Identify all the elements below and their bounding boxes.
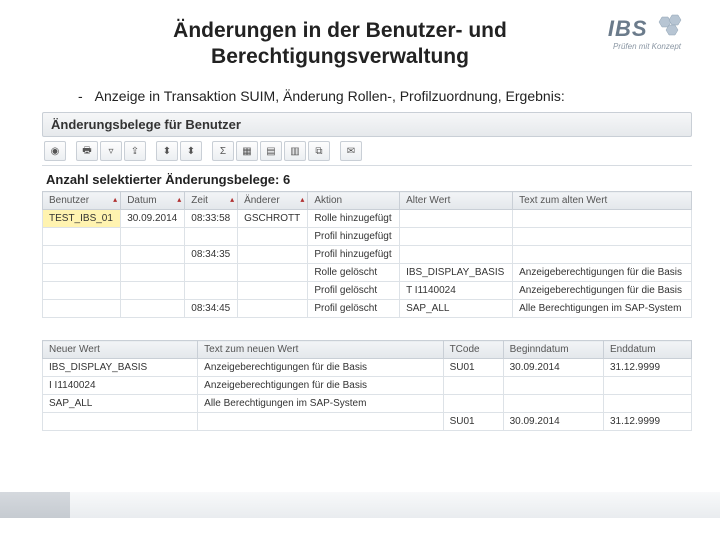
bullet-line: -Anzeige in Transaktion SUIM, Änderung R… — [78, 88, 565, 104]
sort-asc-icon[interactable]: ⬍ — [156, 141, 178, 161]
change-docs-table: Benutzer▴ Datum▴ Zeit▴ Änderer▴ Aktion A… — [42, 191, 692, 318]
col-text-alt[interactable]: Text zum alten Wert — [513, 192, 692, 210]
col-ende[interactable]: Enddatum — [603, 341, 691, 359]
logo-hex-icon — [656, 14, 686, 41]
new-values-table: Neuer Wert Text zum neuen Wert TCode Beg… — [42, 340, 692, 431]
table-row: SU0130.09.201431.12.9999 — [43, 413, 692, 431]
slide-title: Änderungen in der Benutzer- und Berechti… — [120, 18, 560, 71]
count-line: Anzahl selektierter Änderungsbelege: 6 — [42, 166, 692, 191]
col-text-neu[interactable]: Text zum neuen Wert — [198, 341, 443, 359]
layout-icon[interactable]: ▦ — [236, 141, 258, 161]
logo-text: IBS — [608, 16, 648, 41]
columns-icon[interactable]: ▥ — [284, 141, 306, 161]
table-row: Profil gelöschtT I1140024Anzeigeberechti… — [43, 282, 692, 300]
details-icon[interactable]: ◉ — [44, 141, 66, 161]
grid-icon[interactable]: ▤ — [260, 141, 282, 161]
sort-desc-icon[interactable]: ⬍ — [180, 141, 202, 161]
col-benutzer[interactable]: Benutzer▴ — [43, 192, 121, 210]
table-row: TEST_IBS_0130.09.201408:33:58GSCHROTTRol… — [43, 210, 692, 228]
col-zeit[interactable]: Zeit▴ — [185, 192, 238, 210]
sap-window-title: Änderungsbelege für Benutzer — [42, 112, 692, 137]
tree-icon[interactable]: ⧉ — [308, 141, 330, 161]
footer-bar — [0, 492, 720, 518]
table-row: SAP_ALLAlle Berechtigungen im SAP-System — [43, 395, 692, 413]
col-beginn[interactable]: Beginndatum — [503, 341, 603, 359]
col-aenderer[interactable]: Änderer▴ — [238, 192, 308, 210]
col-aktion[interactable]: Aktion — [308, 192, 400, 210]
col-tcode[interactable]: TCode — [443, 341, 503, 359]
sum-icon[interactable]: Σ — [212, 141, 234, 161]
sap-screenshot: Änderungsbelege für Benutzer ◉ 🖶 ▿ ⇪ ⬍ ⬍… — [42, 112, 692, 431]
table-row: 08:34:45Profil gelöschtSAP_ALLAlle Berec… — [43, 300, 692, 318]
col-neuer-wert[interactable]: Neuer Wert — [43, 341, 198, 359]
sap-toolbar: ◉ 🖶 ▿ ⇪ ⬍ ⬍ Σ ▦ ▤ ▥ ⧉ ✉ — [42, 137, 692, 166]
logo-subtitle: Prüfen mit Konzept — [592, 42, 702, 51]
col-datum[interactable]: Datum▴ — [121, 192, 185, 210]
col-alter-wert[interactable]: Alter Wert — [400, 192, 513, 210]
filter-icon[interactable]: ▿ — [100, 141, 122, 161]
export-icon[interactable]: ⇪ — [124, 141, 146, 161]
bullet-text: Anzeige in Transaktion SUIM, Änderung Ro… — [95, 88, 565, 104]
print-icon[interactable]: 🖶 — [76, 141, 98, 161]
table-row: Profil hinzugefügt — [43, 228, 692, 246]
mail-icon[interactable]: ✉ — [340, 141, 362, 161]
company-logo: IBS Prüfen mit Konzept — [592, 14, 702, 51]
table-row: 08:34:35Profil hinzugefügt — [43, 246, 692, 264]
table-row: IBS_DISPLAY_BASISAnzeigeberechtigungen f… — [43, 359, 692, 377]
table-row: Rolle gelöschtIBS_DISPLAY_BASISAnzeigebe… — [43, 264, 692, 282]
table-row: I I1140024Anzeigeberechtigungen für die … — [43, 377, 692, 395]
